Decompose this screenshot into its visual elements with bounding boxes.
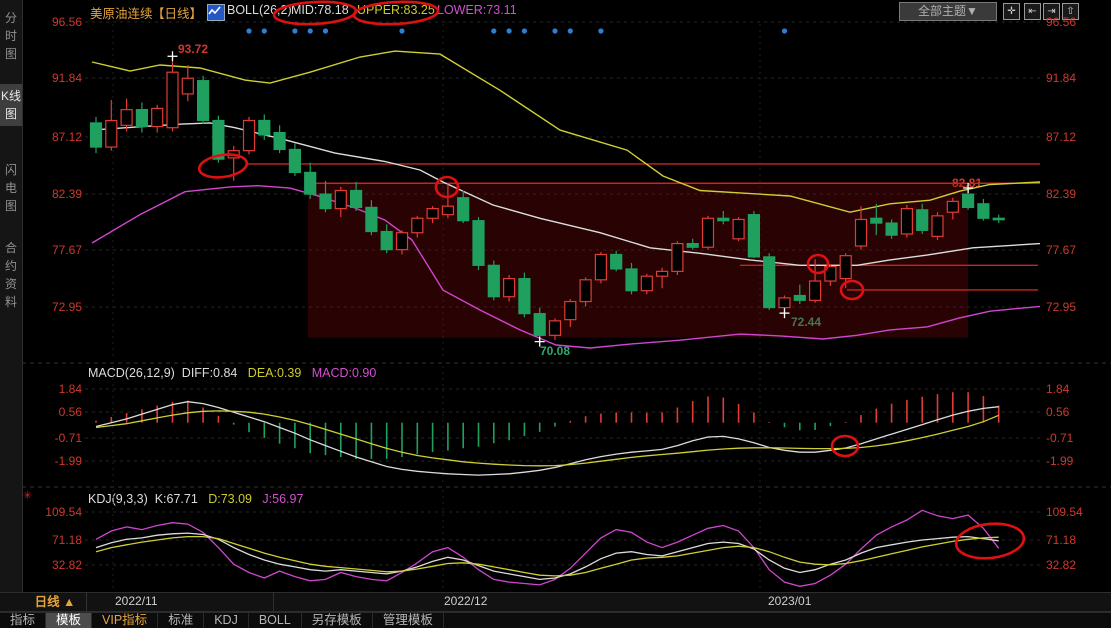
y-axis-label: 71.18	[24, 533, 82, 547]
kdj-name-label: KDJ(9,3,3)	[88, 492, 148, 506]
y-axis-label: 32.82	[1046, 558, 1106, 572]
macd-dea-value: DEA:0.39	[248, 366, 302, 380]
price-annotation-label: 70.08	[540, 344, 570, 358]
tab-save-template[interactable]: 另存模板	[302, 613, 373, 628]
y-axis-label: 1.84	[1046, 382, 1106, 396]
y-axis-label: 82.39	[24, 187, 82, 201]
tab-manage-template[interactable]: 管理模板	[373, 613, 444, 628]
y-axis-label: 0.56	[1046, 405, 1106, 419]
boll-mid-value: MID:78.18	[291, 3, 349, 17]
y-axis-label: 96.56	[24, 15, 82, 29]
macd-diff-value: DIFF:0.84	[182, 366, 238, 380]
period-selector-button[interactable]: 日线 ▲	[24, 593, 87, 611]
y-axis-label: 72.95	[24, 300, 82, 314]
pane-shrink-icon[interactable]: ⇤	[1024, 3, 1041, 20]
theme-dropdown-button[interactable]: 全部主题▼	[899, 2, 997, 21]
x-axis-row: 日线 ▲ 2022/11 2022/12 2023/01	[0, 592, 1111, 612]
y-axis-label: 109.54	[1046, 505, 1106, 519]
kdj-j-value: J:56.97	[262, 492, 303, 506]
y-axis-label: 109.54	[24, 505, 82, 519]
macd-macd-value: MACD:0.90	[312, 366, 377, 380]
crosshair-move-icon[interactable]: ✛	[1003, 3, 1020, 20]
boll-param-label: BOLL(26,2)	[227, 3, 292, 17]
sidebar-item-contract-info[interactable]: 合约资料	[0, 236, 22, 314]
y-axis-label: 91.84	[24, 71, 82, 85]
y-axis-label: 77.67	[1046, 243, 1106, 257]
boll-lower-value: LOWER:73.11	[437, 3, 517, 17]
tab-template[interactable]: 模板	[46, 613, 92, 628]
y-axis-label: 91.84	[1046, 71, 1106, 85]
price-annotation-label: 82.81	[952, 176, 982, 190]
y-axis-label: 96.56	[1046, 15, 1106, 29]
bottom-tab-bar: 指标模板VIP指标标准KDJBOLL另存模板管理模板	[0, 612, 1111, 628]
x-axis-month-label: 2023/01	[768, 594, 811, 608]
chart-header: 美原油连续 【日线】 BOLL(26,2) MID:78.18 UPPER:83…	[0, 0, 1111, 24]
period-tag: 【日线】	[152, 3, 202, 22]
left-sidebar: 分时图K线图闪电图合约资料	[0, 0, 23, 592]
y-axis-label: 0.56	[24, 405, 82, 419]
y-axis-label: 87.12	[24, 130, 82, 144]
sidebar-item-flash[interactable]: 闪电图	[0, 158, 22, 218]
macd-name-label: MACD(26,12,9)	[88, 366, 175, 380]
y-axis-label: 77.67	[24, 243, 82, 257]
tab-vip-indicator[interactable]: VIP指标	[92, 613, 158, 628]
kdj-d-value: D:73.09	[208, 492, 252, 506]
kdj-k-value: K:67.71	[155, 492, 198, 506]
y-axis-label: -1.99	[24, 454, 82, 468]
price-annotation-label: 72.44	[791, 315, 821, 329]
tab-indicator[interactable]: 指标	[0, 613, 46, 628]
x-axis-month-label: 2022/11	[115, 594, 158, 608]
chart-canvas[interactable]	[0, 0, 1111, 628]
y-axis-label: 1.84	[24, 382, 82, 396]
indicator-chart-icon	[207, 4, 225, 21]
tab-kdj[interactable]: KDJ	[204, 613, 249, 628]
macd-panel-header: MACD(26,12,9) DIFF:0.84 DEA:0.39 MACD:0.…	[88, 366, 376, 380]
y-axis-label: -1.99	[1046, 454, 1106, 468]
sidebar-item-kline[interactable]: K线图	[0, 84, 22, 126]
tab-standard[interactable]: 标准	[158, 613, 204, 628]
y-axis-label: 72.95	[1046, 300, 1106, 314]
y-axis-label: 87.12	[1046, 130, 1106, 144]
y-axis-label: 32.82	[24, 558, 82, 572]
kdj-panel-marker-icon: ✳	[23, 489, 32, 502]
axis-row-divider	[273, 593, 274, 611]
y-axis-label: 71.18	[1046, 533, 1106, 547]
trading-app-window: 分时图K线图闪电图合约资料 美原油连续 【日线】 BOLL(26,2) MID:…	[0, 0, 1111, 628]
symbol-title: 美原油连续	[90, 3, 153, 22]
y-axis-label: -0.71	[24, 431, 82, 445]
price-annotation-label: 93.72	[178, 42, 208, 56]
tab-boll[interactable]: BOLL	[249, 613, 302, 628]
x-axis-month-label: 2022/12	[444, 594, 487, 608]
boll-upper-value: UPPER:83.25	[357, 3, 435, 17]
y-axis-label: -0.71	[1046, 431, 1106, 445]
kdj-panel-header: KDJ(9,3,3) K:67.71 D:73.09 J:56.97	[88, 492, 303, 506]
y-axis-label: 82.39	[1046, 187, 1106, 201]
